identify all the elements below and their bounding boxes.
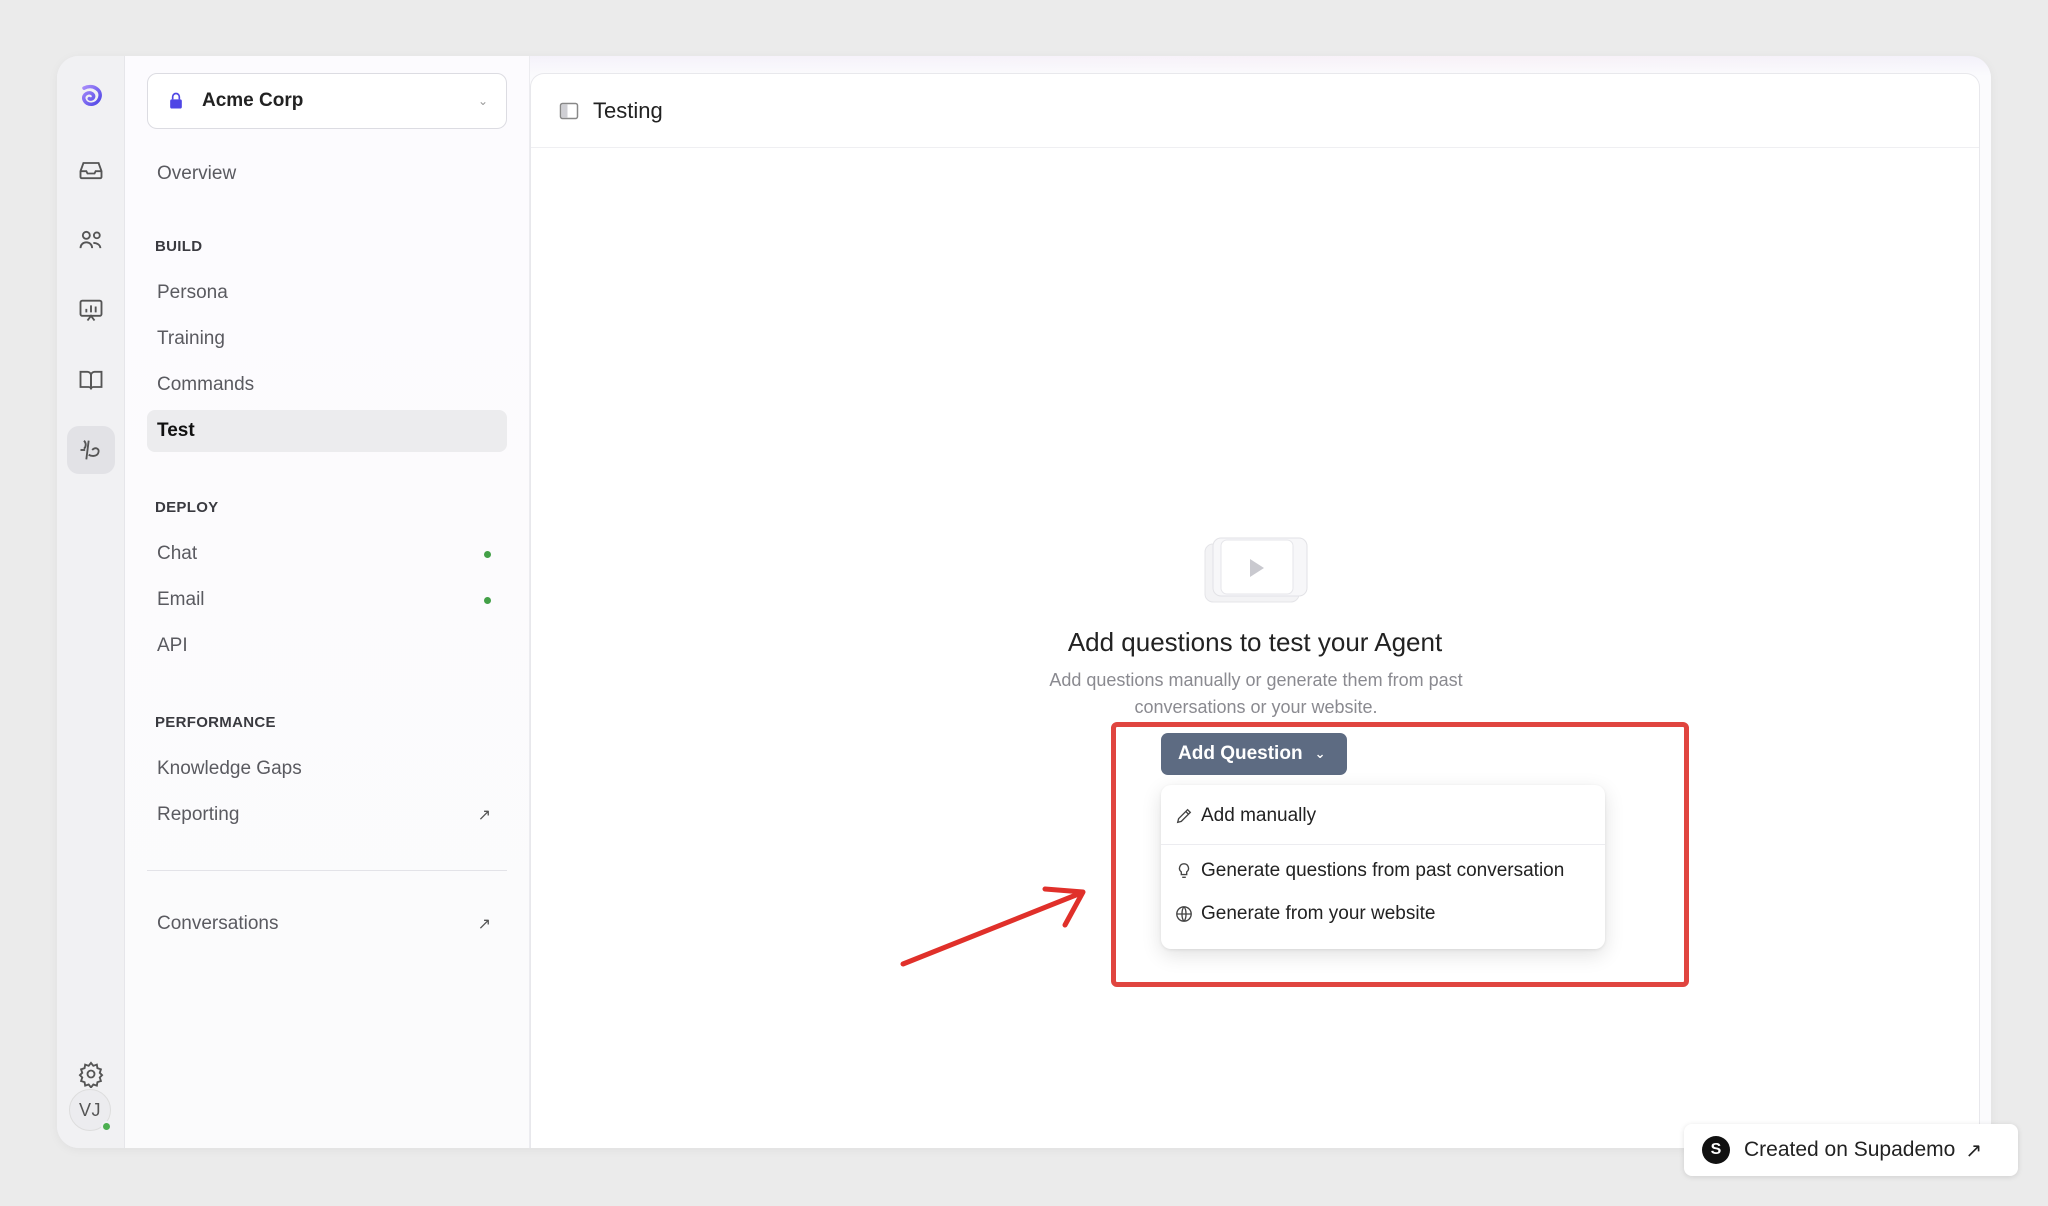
section-build: BUILD (155, 238, 203, 255)
sidebar-divider (147, 870, 507, 871)
external-link-icon: ↗ (477, 807, 491, 824)
book-icon[interactable] (67, 356, 115, 404)
external-link-icon: ↗ (477, 916, 491, 933)
sidebar-item-api[interactable]: API (147, 625, 507, 667)
inbox-icon[interactable] (67, 146, 115, 194)
page-title: Testing (593, 97, 663, 123)
sidebar-item-label: Test (157, 420, 195, 441)
badge-text: Created on Supademo (1744, 1138, 1956, 1161)
sidebar-item-conversations[interactable]: Conversations ↗ (147, 903, 507, 945)
status-dot (484, 550, 491, 558)
sidebar-item-label: Training (157, 328, 225, 349)
main-header: Testing (531, 74, 1979, 148)
empty-state-subtitle: Add questions manually or generate them … (1049, 670, 1463, 717)
logo-icon[interactable] (67, 72, 115, 120)
workspace-selector[interactable]: Acme Corp ⌄ (147, 73, 507, 129)
sidebar-item-reporting[interactable]: Reporting ↗ (147, 794, 507, 836)
supademo-logo-icon: S (1702, 1136, 1730, 1164)
sidebar-item-label: Knowledge Gaps (157, 758, 302, 779)
sidebar-item-label: Reporting (157, 804, 240, 825)
sidebar-item-chat[interactable]: Chat (147, 533, 507, 575)
annotation-arrow-icon (900, 886, 1086, 967)
sidebar-item-email[interactable]: Email (147, 579, 507, 621)
users-icon[interactable] (67, 216, 115, 264)
workspace-name: Acme Corp (202, 90, 304, 111)
sidebar-item-knowledge-gaps[interactable]: Knowledge Gaps (147, 748, 507, 790)
sidebar-item-label: Chat (157, 543, 198, 564)
highlight-box (1111, 722, 1689, 987)
sidebar-item-label: Overview (157, 163, 237, 184)
avatar[interactable]: VJ (69, 1089, 112, 1132)
sidebar: Acme Corp ⌄ Overview BUILD Persona Train… (125, 56, 530, 1148)
video-placeholder-icon (1204, 537, 1308, 603)
sidebar-item-persona[interactable]: Persona (147, 272, 507, 314)
empty-state-title: Add questions to test your Agent (1067, 627, 1443, 657)
sidebar-item-label: Conversations (157, 913, 279, 934)
sidebar-item-label: Commands (157, 374, 255, 395)
online-status-dot (101, 1121, 112, 1132)
sidebar-item-label: API (157, 635, 188, 656)
sidebar-item-label: Persona (157, 282, 228, 303)
sidebar-item-overview[interactable]: Overview (147, 153, 507, 195)
chevron-down-icon: ⌄ (477, 94, 488, 108)
sidebar-item-training[interactable]: Training (147, 318, 507, 360)
sidebar-item-test[interactable]: Test (147, 410, 507, 452)
external-link-icon: ↗ (1965, 1139, 1983, 1162)
app-window: VJ Acme Corp ⌄ Overview BUILD Persona Tr… (57, 56, 1991, 1148)
sidebar-toggle-icon[interactable] (559, 101, 579, 121)
lock-icon (170, 92, 182, 109)
status-dot (484, 596, 491, 604)
section-deploy: DEPLOY (155, 499, 219, 516)
avatar-initials: VJ (78, 1099, 101, 1120)
sidebar-item-label: Email (157, 589, 205, 610)
icon-rail: VJ (57, 56, 125, 1148)
agent-icon[interactable] (67, 426, 115, 474)
section-performance: PERFORMANCE (155, 714, 276, 731)
sidebar-item-commands[interactable]: Commands (147, 364, 507, 406)
presentation-chart-icon[interactable] (67, 286, 115, 334)
created-on-supademo-badge[interactable]: S Created on Supademo ↗ (1684, 1124, 2018, 1176)
